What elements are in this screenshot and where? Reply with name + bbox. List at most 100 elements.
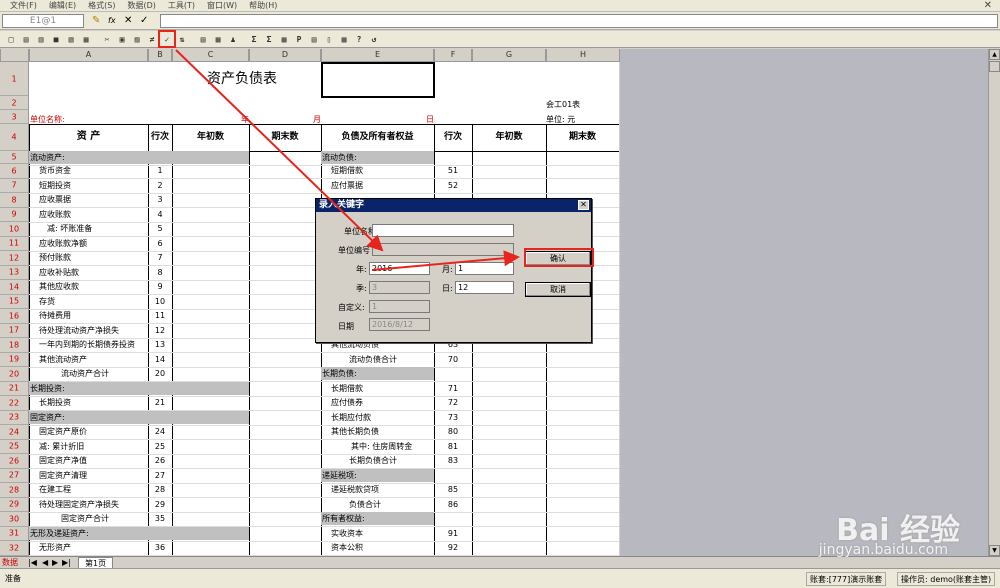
row-header[interactable]: 15 [0, 294, 29, 309]
unit-code-input[interactable] [372, 243, 514, 256]
row-header[interactable]: 12 [0, 251, 29, 266]
row-header[interactable]: 6 [0, 164, 29, 179]
toolbar-icon[interactable]: ▥ [34, 32, 48, 46]
scroll-thumb[interactable] [989, 61, 1000, 72]
toolbar-icon[interactable]: ▦ [79, 32, 93, 46]
row-header[interactable]: 2 [0, 96, 29, 110]
formula-input[interactable] [160, 14, 998, 28]
selected-cell-e1[interactable] [321, 62, 435, 98]
row-header[interactable]: 1 [0, 62, 29, 96]
column-header-e[interactable]: E [321, 49, 434, 62]
asset-line-number: 10 [154, 296, 166, 306]
row-number: 25 [8, 441, 20, 451]
toolbar-icon[interactable]: P [292, 32, 306, 46]
toolbar-icon[interactable]: Σ [247, 32, 261, 46]
row-header[interactable]: 30 [0, 512, 29, 527]
toolbar-icon[interactable]: ⇅ [175, 32, 189, 46]
date-input[interactable]: 2016/8/12 [369, 318, 430, 331]
toolbar-icon[interactable]: ▣ [115, 32, 129, 46]
menu-data[interactable]: 数据(D) [127, 0, 155, 11]
edit-icon[interactable]: ✎ [92, 14, 100, 28]
row-number: 7 [11, 180, 17, 190]
toolbar-icon[interactable]: □ [4, 32, 18, 46]
vertical-scrollbar[interactable]: ▲ ▼ [988, 49, 1000, 556]
toolbar-icon[interactable]: ≠ [145, 32, 159, 46]
custom-input[interactable]: 1 [369, 300, 430, 313]
menu-help[interactable]: 帮助(H) [249, 0, 277, 11]
toolbar-icon[interactable]: Σ [262, 32, 276, 46]
unit-name-input[interactable] [372, 224, 514, 237]
row-header[interactable]: 27 [0, 468, 29, 483]
row-header[interactable]: 16 [0, 309, 29, 324]
row-header[interactable]: 5 [0, 151, 29, 164]
row-header[interactable]: 11 [0, 236, 29, 251]
menu-edit[interactable]: 编辑(E) [49, 0, 76, 11]
row-header[interactable]: 8 [0, 193, 29, 208]
row-header[interactable]: 31 [0, 526, 29, 541]
row-header[interactable]: 25 [0, 439, 29, 454]
column-header-f[interactable]: F [434, 49, 472, 62]
row-header[interactable]: 20 [0, 367, 29, 382]
toolbar-icon[interactable]: ? [352, 32, 366, 46]
scroll-down-icon[interactable]: ▼ [989, 545, 1000, 556]
row-header[interactable]: 13 [0, 265, 29, 280]
row-header[interactable]: 24 [0, 425, 29, 440]
quarter-input[interactable]: 3 [369, 281, 430, 294]
menu-format[interactable]: 格式(S) [88, 0, 115, 11]
cell-reference-box[interactable]: E1@1 [2, 14, 84, 28]
row-header[interactable]: 9 [0, 207, 29, 222]
accept-formula-icon[interactable]: ✓ [140, 14, 148, 28]
row-header[interactable]: 4 [0, 124, 29, 151]
row-header[interactable]: 32 [0, 541, 29, 556]
cancel-button[interactable]: 取消 [525, 282, 591, 297]
row-header[interactable]: 19 [0, 352, 29, 367]
cancel-formula-icon[interactable]: ✕ [124, 14, 132, 28]
keyword-entry-toolbar-icon[interactable]: ✓ [158, 30, 176, 48]
row-header[interactable]: 22 [0, 396, 29, 411]
menu-window[interactable]: 窗口(W) [207, 0, 237, 11]
month-input[interactable]: 1 [455, 262, 514, 275]
toolbar-icon[interactable]: ▦ [211, 32, 225, 46]
close-icon[interactable]: ✕ [578, 200, 589, 210]
liability-line-number: 81 [447, 441, 459, 451]
column-header-h[interactable]: H [546, 49, 620, 62]
function-icon[interactable]: fx [108, 14, 116, 28]
toolbar-icon[interactable]: ▯ [322, 32, 336, 46]
column-header-a[interactable]: A [29, 49, 148, 62]
row-header[interactable]: 23 [0, 410, 29, 425]
toolbar-icon[interactable]: ▤ [307, 32, 321, 46]
row-header[interactable]: 14 [0, 280, 29, 295]
column-header-b[interactable]: B [148, 49, 172, 62]
row-header[interactable]: 21 [0, 381, 29, 396]
close-icon[interactable]: ✕ [984, 0, 992, 11]
toolbar-icon[interactable]: ■ [49, 32, 63, 46]
row-header[interactable]: 26 [0, 454, 29, 469]
toolbar-icon[interactable]: ↺ [367, 32, 381, 46]
toolbar-icon[interactable]: ▧ [64, 32, 78, 46]
toolbar-icon[interactable]: ▦ [337, 32, 351, 46]
column-header-d[interactable]: D [249, 49, 321, 62]
toolbar-icon[interactable]: ▦ [277, 32, 291, 46]
column-header-c[interactable]: C [172, 49, 249, 62]
toolbar-icon[interactable]: ✂ [100, 32, 114, 46]
day-input[interactable]: 12 [455, 281, 514, 294]
asset-line-number: 27 [154, 470, 166, 480]
corner-cell[interactable] [0, 49, 29, 62]
row-header[interactable]: 28 [0, 483, 29, 498]
row-header[interactable]: 10 [0, 222, 29, 237]
scroll-up-icon[interactable]: ▲ [989, 49, 1000, 60]
toolbar-icon[interactable]: ▤ [196, 32, 210, 46]
menu-tools[interactable]: 工具(T) [168, 0, 195, 11]
row-header[interactable]: 18 [0, 338, 29, 353]
menu-file[interactable]: 文件(F) [10, 0, 37, 11]
toolbar-icon[interactable]: ▨ [130, 32, 144, 46]
row-header[interactable]: 3 [0, 110, 29, 124]
toolbar-icon[interactable]: ♟ [226, 32, 240, 46]
row-header[interactable]: 7 [0, 178, 29, 193]
column-header-g[interactable]: G [472, 49, 546, 62]
asset-item: 流动资产合计 [61, 369, 109, 378]
row-header[interactable]: 17 [0, 323, 29, 338]
row-header[interactable]: 29 [0, 497, 29, 512]
toolbar-icon[interactable]: ▤ [19, 32, 33, 46]
year-input[interactable]: 2016 [369, 262, 430, 275]
